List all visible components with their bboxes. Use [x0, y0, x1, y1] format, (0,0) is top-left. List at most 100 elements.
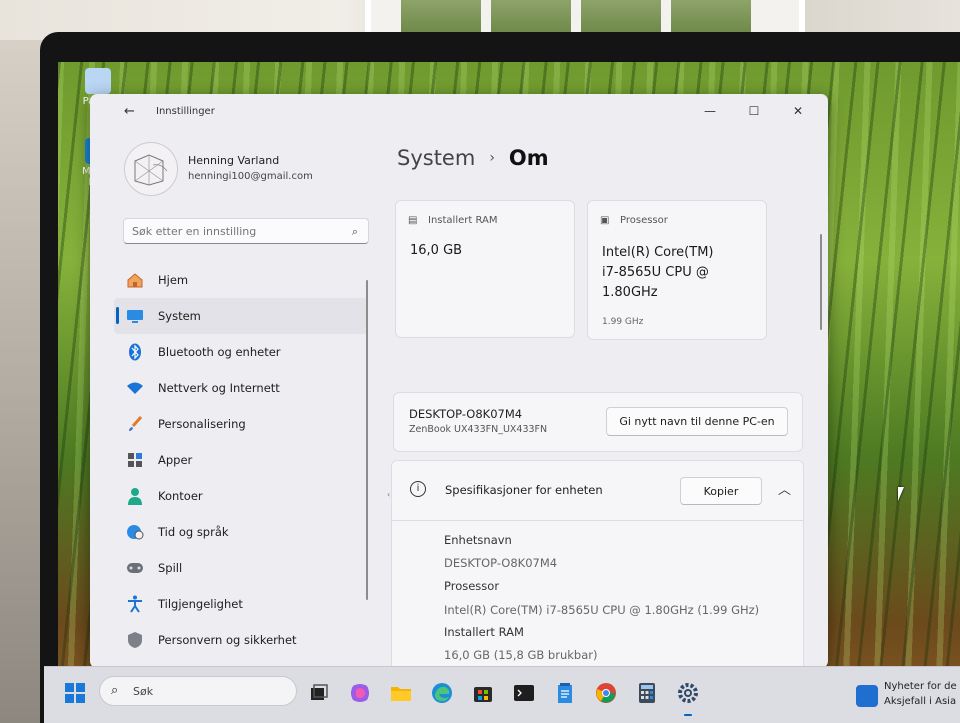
- processor-card: ▣ Prosessor Intel(R) Core(TM) i7-8565U C…: [587, 200, 767, 340]
- calculator-icon[interactable]: [634, 680, 660, 706]
- search-icon[interactable]: ⌕: [352, 225, 358, 239]
- chrome-icon[interactable]: [593, 680, 619, 706]
- file-explorer-icon[interactable]: [388, 680, 414, 706]
- settings-search[interactable]: ⌕: [123, 218, 369, 244]
- start-icon[interactable]: [62, 680, 88, 706]
- recycle-bin-icon: [85, 68, 111, 94]
- wifi-icon: [126, 379, 144, 397]
- sidebar-item-bluetooth[interactable]: Bluetooth og enheter: [114, 334, 368, 370]
- shield-icon: [126, 631, 144, 649]
- minimize-button[interactable]: —: [688, 100, 732, 122]
- page-title: Om: [508, 146, 549, 170]
- back-arrow-icon[interactable]: ←: [124, 104, 135, 119]
- sidebar-item-accessibility[interactable]: Tilgjengelighet: [114, 586, 368, 622]
- spec-key: Installert RAM: [444, 625, 524, 639]
- pc-name: DESKTOP-O8K07M4: [409, 407, 523, 421]
- copy-button[interactable]: Kopier: [680, 477, 762, 505]
- search-input[interactable]: [132, 223, 342, 239]
- processor-label: Prosessor: [620, 215, 668, 226]
- terminal-icon[interactable]: [511, 680, 537, 706]
- sidebar-item-label: Tilgjengelighet: [158, 597, 243, 611]
- sidebar-item-personalization[interactable]: Personalisering: [114, 406, 368, 442]
- home-icon: [126, 271, 144, 289]
- close-button[interactable]: ✕: [776, 100, 820, 122]
- window-pane: [491, 0, 571, 32]
- chevron-up-icon[interactable]: ︿: [778, 479, 791, 498]
- gamepad-icon: [126, 559, 144, 577]
- spec-key: Enhetsnavn: [444, 533, 512, 547]
- sidebar-scrollbar[interactable]: [366, 280, 368, 600]
- globe-clock-icon: [126, 523, 144, 541]
- taskbar-search[interactable]: ⌕ Søk: [99, 676, 297, 706]
- sidebar-item-privacy[interactable]: Personvern og sikkerhet: [114, 622, 368, 658]
- title-bar: ← Innstillinger — ☐ ✕: [90, 94, 828, 128]
- window-pane: [581, 0, 661, 32]
- avatar-sketch-icon: [134, 154, 168, 186]
- sidebar-item-label: Tid og språk: [158, 525, 229, 539]
- chevron-left-icon: ‹: [387, 490, 391, 499]
- processor-speed: 1.99 GHz: [602, 317, 644, 327]
- store-icon[interactable]: [470, 680, 496, 706]
- breadcrumb-parent[interactable]: System: [397, 146, 475, 170]
- news-widget[interactable]: Nyheter for de Aksjefall i Asia: [856, 677, 960, 717]
- processor-value-line: Intel(R) Core(TM): [602, 245, 714, 260]
- sidebar-item-system[interactable]: System: [114, 298, 368, 334]
- sidebar-item-label: Nettverk og Internett: [158, 381, 280, 395]
- maximize-button[interactable]: ☐: [732, 100, 776, 122]
- sidebar-nav: Hjem System Bluetooth og enheter Nettver…: [114, 262, 368, 658]
- sidebar-item-home[interactable]: Hjem: [114, 262, 368, 298]
- sidebar-item-network[interactable]: Nettverk og Internett: [114, 370, 368, 406]
- news-headline-1: Nyheter for de: [884, 681, 957, 692]
- window-pane: [401, 0, 481, 32]
- processor-value-line: i7-8565U CPU @: [602, 265, 709, 280]
- brush-icon: [126, 415, 144, 433]
- settings-window: ← Innstillinger — ☐ ✕ Henning Varland he…: [90, 94, 828, 668]
- avatar[interactable]: [124, 142, 178, 196]
- notepad-icon[interactable]: [552, 680, 578, 706]
- search-icon: ⌕: [111, 683, 119, 698]
- ram-label: Installert RAM: [428, 215, 498, 226]
- accessibility-icon: [126, 595, 144, 613]
- chevron-right-icon: ›: [489, 150, 495, 166]
- main-scrollbar[interactable]: [820, 234, 822, 330]
- spec-value: DESKTOP-O8K07M4: [444, 556, 558, 570]
- sidebar-item-accounts[interactable]: Kontoer: [114, 478, 368, 514]
- pc-model: ZenBook UX433FN_UX433FN: [409, 424, 548, 435]
- apps-icon: [126, 451, 144, 469]
- processor-icon: ▣: [600, 215, 610, 226]
- active-app-indicator: [684, 714, 692, 716]
- edge-icon[interactable]: [429, 680, 455, 706]
- info-icon: i: [410, 481, 426, 497]
- copilot-icon[interactable]: [347, 680, 373, 706]
- pc-name-card: DESKTOP-O8K07M4 ZenBook UX433FN_UX433FN …: [393, 392, 803, 452]
- mouse-cursor-icon: [898, 487, 904, 501]
- bluetooth-icon: [126, 343, 144, 361]
- device-specs-card: i Spesifikasjoner for enheten Kopier ︿ E…: [391, 460, 804, 668]
- taskbar-search-label: Søk: [133, 685, 154, 698]
- device-specs-title: Spesifikasjoner for enheten: [445, 483, 603, 497]
- news-icon: [856, 685, 878, 707]
- spec-value: Intel(R) Core(TM) i7-8565U CPU @ 1.80GHz…: [444, 603, 760, 617]
- memory-icon: ▤: [408, 215, 418, 226]
- sidebar-item-label: Personvern og sikkerhet: [158, 633, 297, 647]
- task-view-icon[interactable]: [306, 680, 332, 706]
- spec-value: 16,0 GB (15,8 GB brukbar): [444, 648, 598, 662]
- sidebar-item-label: Spill: [158, 561, 183, 575]
- profile-name: Henning Varland: [188, 154, 280, 167]
- room-window: [365, 0, 805, 36]
- profile-email: henningi100@gmail.com: [188, 171, 313, 182]
- settings-icon[interactable]: [675, 680, 701, 706]
- ram-card: ▤ Installert RAM 16,0 GB: [395, 200, 575, 338]
- sidebar-item-gaming[interactable]: Spill: [114, 550, 368, 586]
- sidebar-item-label: Personalisering: [158, 417, 246, 431]
- sidebar-item-apps[interactable]: Apper: [114, 442, 368, 478]
- sidebar-item-time-language[interactable]: Tid og språk: [114, 514, 368, 550]
- sidebar-item-label: System: [158, 309, 201, 323]
- sidebar-item-label: Apper: [158, 453, 193, 467]
- device-specs-header[interactable]: i Spesifikasjoner for enheten Kopier ︿: [392, 461, 803, 521]
- rename-pc-button[interactable]: Gi nytt navn til denne PC-en: [606, 407, 788, 436]
- ram-value: 16,0 GB: [410, 243, 463, 258]
- account-icon: [126, 487, 144, 505]
- taskbar: ⌕ Søk Nyheter for de Aksjefall i Asia: [44, 666, 960, 723]
- breadcrumb: System › Om: [397, 146, 549, 170]
